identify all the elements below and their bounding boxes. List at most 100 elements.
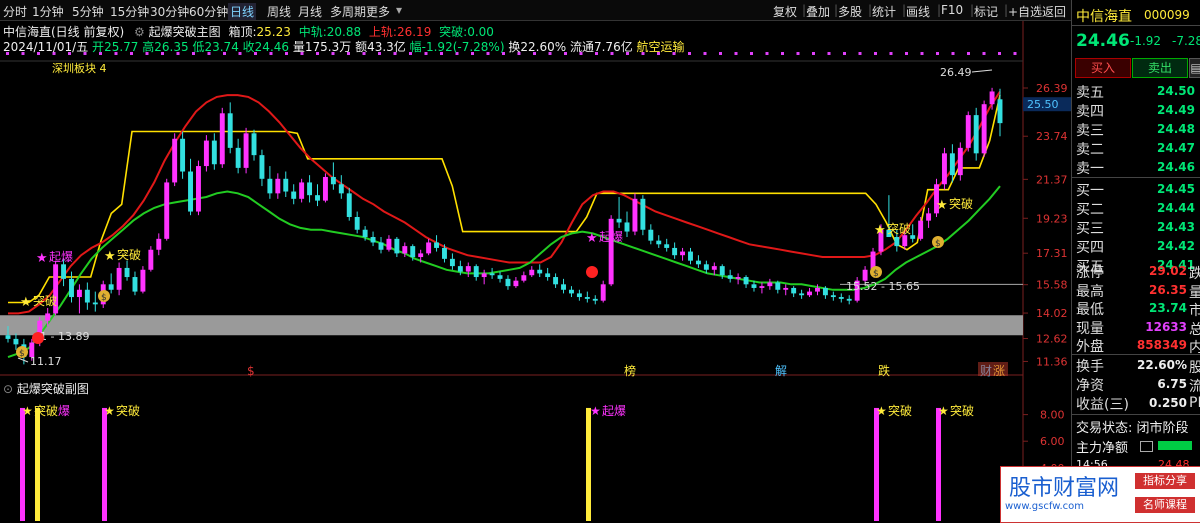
- dot-marker: [905, 52, 908, 55]
- candle-body: [307, 182, 313, 196]
- candle-body: [838, 297, 844, 299]
- toolbar-button-4[interactable]: 画线: [906, 3, 930, 20]
- panel-change-pct: -7.28: [1172, 34, 1200, 48]
- candle-body: [267, 178, 273, 194]
- period-tab-0[interactable]: 分时: [3, 3, 27, 20]
- candle-body: [346, 193, 352, 217]
- candle-body: [624, 222, 630, 232]
- candle-body: [545, 273, 551, 278]
- toolbar-button-6[interactable]: 标记: [974, 3, 998, 20]
- money-bag-glyph: $: [873, 269, 879, 279]
- candle-body: [783, 287, 789, 290]
- main-net-icon[interactable]: [1140, 441, 1153, 452]
- candle-body: [322, 176, 328, 201]
- more-dropdown-icon[interactable]: ▾: [396, 3, 402, 17]
- range-label-low: 1 - 13.89: [40, 330, 89, 343]
- red-ball-icon: [586, 266, 598, 278]
- settings-icon[interactable]: ⚙: [134, 25, 145, 39]
- period-tab-4[interactable]: 30分钟: [150, 3, 189, 20]
- candle-body: [815, 287, 820, 292]
- candle-body: [299, 182, 305, 199]
- period-tab-1[interactable]: 1分钟: [32, 3, 64, 20]
- candle-body: [965, 115, 971, 148]
- dot-marker: [812, 52, 815, 55]
- collapse-icon[interactable]: ⊙: [3, 382, 13, 396]
- period-tab-3[interactable]: 15分钟: [110, 3, 149, 20]
- toolbar-button-0[interactable]: 复权: [773, 3, 797, 20]
- candle-body: [513, 280, 519, 287]
- candle-body: [116, 267, 122, 290]
- fund-value: 6.75: [1157, 377, 1187, 391]
- dot-marker: [843, 52, 846, 55]
- fund-label: 净资: [1076, 378, 1104, 394]
- toolbar-button-8[interactable]: 返回: [1042, 3, 1066, 20]
- chart-canvas: 26.4915.52 - 15.651 - 13.8911.17★ 突破★ 突破★ 突…: [0, 20, 1071, 521]
- fund-row: 净资 6.75 流: [1072, 375, 1200, 395]
- candle-body: [576, 293, 582, 298]
- period-tab-8[interactable]: 月线: [298, 3, 322, 20]
- dot-marker: [703, 52, 707, 55]
- fund-value: 22.60%: [1137, 358, 1187, 372]
- period-tab-10[interactable]: 更多: [366, 3, 390, 20]
- order-book-label: 买四: [1076, 240, 1104, 256]
- event-tag: 榜: [624, 363, 636, 378]
- toolbar-button-7[interactable]: +自选: [1008, 3, 1042, 20]
- watermark-brand: 股市财富网: [1009, 476, 1120, 501]
- stat-label: 最低: [1076, 302, 1104, 318]
- candle-body: [497, 275, 503, 279]
- order-book-price: 24.44: [1157, 201, 1195, 215]
- order-book-price: 24.42: [1157, 239, 1195, 253]
- candle-body: [957, 147, 963, 176]
- order-book-label: 卖三: [1076, 123, 1104, 139]
- candle-body: [997, 99, 1003, 124]
- sector-link[interactable]: 航空运输: [637, 40, 685, 54]
- fund-label-clipped: PE: [1189, 395, 1200, 411]
- candle-body: [5, 335, 11, 339]
- y-tick-label: 21.37: [1036, 173, 1068, 186]
- period-tab-6[interactable]: 日线: [228, 3, 257, 20]
- watermark-url: www.gscfw.com: [1005, 501, 1084, 512]
- candle-body: [45, 313, 51, 321]
- dot-marker: [765, 52, 769, 55]
- order-book-row: 卖五 24.50: [1072, 82, 1200, 101]
- period-tab-2[interactable]: 5分钟: [72, 3, 104, 20]
- order-book-row: 卖二 24.47: [1072, 139, 1200, 158]
- indicator-title[interactable]: 起爆突破主图: [149, 25, 221, 39]
- candle-body: [799, 293, 805, 296]
- candle-body: [426, 242, 432, 254]
- order-book-row: 买二 24.44: [1072, 199, 1200, 218]
- breakout-star: ★: [104, 249, 116, 264]
- candle-body: [457, 266, 463, 272]
- y-tick-label: 15.58: [1036, 279, 1068, 292]
- sell-button[interactable]: 卖出: [1132, 58, 1188, 78]
- candle-body: [568, 289, 574, 294]
- candle-body: [124, 267, 130, 278]
- period-toolbar: 分时 1分钟 5分钟 15分钟 30分钟 60分钟 日线 周线 月线 多周期 更多 ▾ 复权 叠加 | 多股 |…: [0, 0, 1071, 21]
- board-label[interactable]: 深圳板块 4: [52, 60, 107, 76]
- fund-label-clipped: 流: [1189, 379, 1200, 395]
- panel-more-icon[interactable]: ▤: [1189, 58, 1200, 78]
- order-book-price: 24.46: [1157, 160, 1195, 174]
- toolbar-button-5[interactable]: F10: [941, 3, 963, 17]
- dot-marker: [951, 52, 955, 55]
- candle-body: [164, 182, 170, 239]
- min-price-label: 11.17: [30, 355, 62, 368]
- order-book-price: 24.49: [1157, 103, 1195, 117]
- stat-value: 26.35: [1149, 282, 1187, 297]
- upper-label: 上轨:: [368, 25, 397, 39]
- toolbar-button-2[interactable]: 多股: [838, 3, 862, 20]
- date: 2024/11/01/五: [3, 40, 89, 54]
- order-book-price: 24.47: [1157, 141, 1195, 155]
- range-label-mid: 15.52 - 15.65: [846, 280, 920, 293]
- buy-button[interactable]: 买入: [1075, 58, 1131, 78]
- period-tab-5[interactable]: 60分钟: [189, 3, 228, 20]
- period-tab-7[interactable]: 周线: [267, 3, 291, 20]
- breakout-label: 突破: [33, 293, 57, 308]
- toolbar-button-1[interactable]: 叠加: [806, 3, 830, 20]
- event-tag: $: [247, 364, 255, 378]
- toolbar-button-3[interactable]: 统计: [872, 3, 896, 20]
- period-tab-9[interactable]: 多周期: [330, 3, 366, 20]
- sub-chart: 8.006.004.002.00★★★★突破突破突破突破爆★起爆: [20, 403, 1065, 521]
- breakout-label: 突破: [949, 196, 973, 211]
- high-label: 高: [142, 40, 155, 54]
